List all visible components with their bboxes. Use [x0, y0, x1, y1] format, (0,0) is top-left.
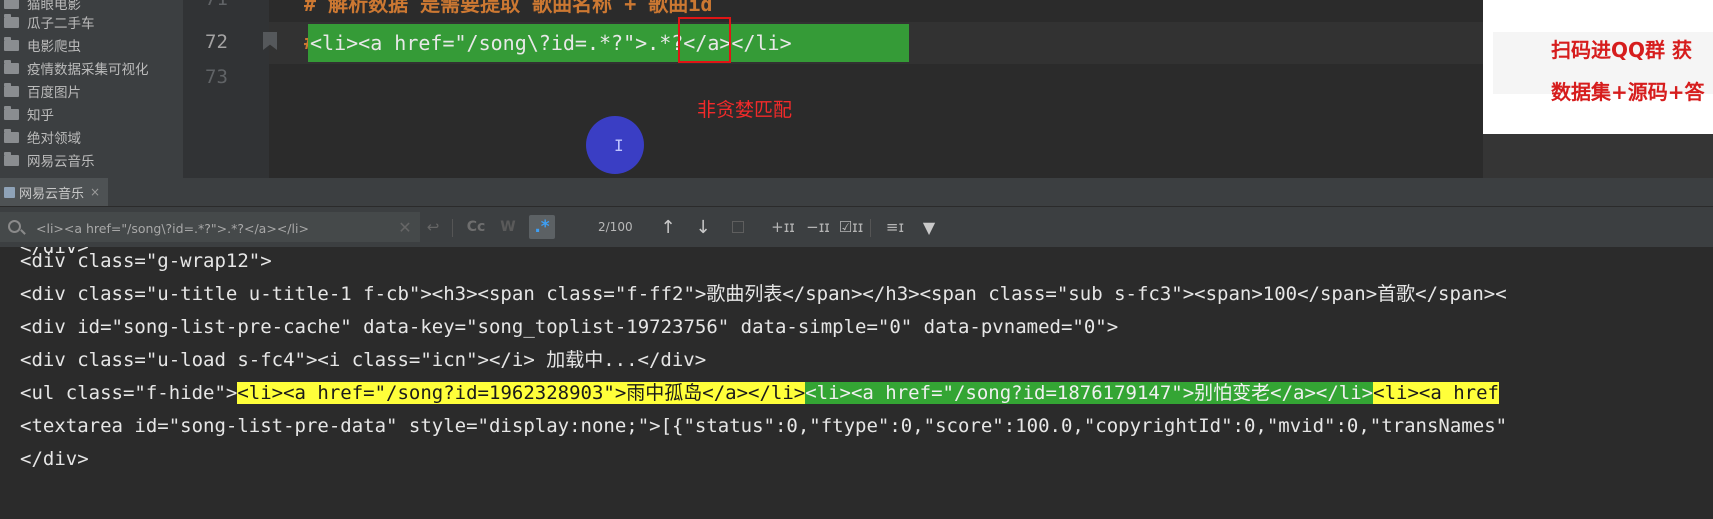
search-match: <li><a href="/song?id=1876179147">别怕变老</…: [805, 382, 1374, 404]
tab-netease-music[interactable]: 网易云音乐 ×: [0, 178, 109, 206]
tree-item-epidemic[interactable]: 疫情数据采集可视化: [4, 57, 149, 79]
match-case-toggle[interactable]: Cc: [463, 215, 489, 239]
editor-tab-bar: 网易云音乐 ×: [0, 178, 1713, 207]
toolbar-divider: [870, 219, 871, 237]
select-occurrences-button[interactable]: ☑ɪɪ: [838, 215, 864, 239]
folder-icon: [4, 59, 19, 74]
code-prefix: <ul class="f-hide">: [20, 382, 238, 404]
code-line: <div class="u-title u-title-1 f-cb"><h3>…: [20, 283, 1507, 305]
editor-top[interactable]: 71 72 73 # 解析数据 是需要提取 歌曲名称 + 歌曲id # <li>…: [183, 0, 1483, 178]
code-line: </div>: [20, 448, 89, 470]
tree-item-label: 瓜子二手车: [27, 16, 95, 32]
folder-icon: [4, 128, 19, 143]
folder-icon: [4, 105, 19, 120]
tree-item-baidu-images[interactable]: 百度图片: [4, 80, 81, 102]
tree-item-label: 电影爬虫: [27, 39, 81, 55]
whole-word-toggle[interactable]: W: [497, 215, 519, 239]
regex-highlight: <li><a href="/song\?id=.*?">.*?</a></li>: [308, 24, 909, 62]
tree-item-label: 绝对领域: [27, 131, 81, 147]
tree-item-netease[interactable]: 网易云音乐: [4, 149, 95, 171]
match-count: 2/100: [598, 220, 633, 234]
remove-occurrence-button[interactable]: −ɪɪ: [805, 215, 831, 239]
search-history-button[interactable]: ↩: [423, 215, 443, 239]
clear-search-button[interactable]: ✕: [395, 215, 415, 239]
search-input[interactable]: [34, 217, 388, 239]
tree-item-label: 疫情数据采集可视化: [27, 62, 149, 78]
ad-text-line2: 数据集+源码+答: [1551, 80, 1705, 104]
ad-backdrop: [1483, 134, 1713, 178]
tree-item-juedui[interactable]: 绝对领域: [4, 126, 81, 148]
folder-icon: [4, 13, 19, 28]
add-occurrence-button[interactable]: +ɪɪ: [770, 215, 796, 239]
folder-icon: [4, 151, 19, 166]
annotation-label: 非贪婪匹配: [697, 99, 793, 121]
text-cursor-icon: I: [614, 136, 624, 155]
code-line: <div class="g-wrap12">: [20, 250, 272, 272]
html-source-view[interactable]: </div> <div class="g-wrap12"> <div class…: [0, 247, 1713, 519]
line-number: 71: [205, 0, 228, 10]
code-line-matches: <ul class="f-hide"><li><a href="/song?id…: [20, 381, 1499, 405]
search-icon[interactable]: [8, 220, 21, 233]
tree-item-label: 知乎: [27, 108, 54, 124]
code-line: <div class="u-load s-fc4"><i class="icn"…: [20, 349, 707, 371]
folder-icon: [4, 82, 19, 97]
tree-item-guazi[interactable]: 瓜子二手车: [4, 11, 95, 33]
previous-match-button[interactable]: ↑: [658, 215, 678, 239]
search-match-current: <li><a href="/song?id=1962328903">雨中孤岛</…: [237, 382, 806, 404]
ad-text-line1: 扫码进QQ群 获: [1551, 38, 1692, 62]
toolbar-divider: [452, 219, 453, 237]
multiline-button[interactable]: ≡ɪ: [883, 215, 907, 239]
search-match: <li><a href: [1373, 382, 1499, 404]
non-greedy-marker-box: [678, 17, 731, 63]
project-tree: 猫眼电影 瓜子二手车 电影爬虫 疫情数据采集可视化 百度图片 知乎 绝对领域 网…: [0, 0, 183, 178]
folder-icon: [4, 36, 19, 51]
next-match-button[interactable]: ↓: [693, 215, 713, 239]
file-icon: [4, 186, 15, 198]
tree-item-zhihu[interactable]: 知乎: [4, 103, 54, 125]
code-line: <div id="song-list-pre-cache" data-key="…: [20, 316, 1119, 338]
folder-icon: [4, 0, 19, 9]
select-all-occurrences-button[interactable]: [727, 215, 749, 239]
line-number: 73: [205, 66, 228, 88]
regex-toggle[interactable]: .*: [529, 215, 555, 239]
filter-icon[interactable]: ▼: [918, 215, 940, 239]
tree-item-movie-crawler[interactable]: 电影爬虫: [4, 34, 81, 56]
search-box[interactable]: [0, 212, 420, 242]
close-icon[interactable]: ×: [90, 185, 100, 199]
tree-item-label: 百度图片: [27, 85, 81, 101]
tree-item-label: 网易云音乐: [27, 154, 95, 170]
line-gutter: 71 72 73: [183, 0, 269, 178]
find-bar: ✕ ↩ Cc W .* 2/100 ↑ ↓ +ɪɪ −ɪɪ ☑ɪɪ ≡ɪ ▼: [0, 207, 1713, 247]
tab-label: 网易云音乐: [19, 186, 85, 202]
line-number: 72: [205, 31, 228, 53]
qq-group-ad: [1483, 0, 1713, 134]
code-line: <textarea id="song-list-pre-data" style=…: [20, 415, 1508, 437]
code-line-71: # 解析数据 是需要提取 歌曲名称 + 歌曲id: [304, 0, 713, 16]
